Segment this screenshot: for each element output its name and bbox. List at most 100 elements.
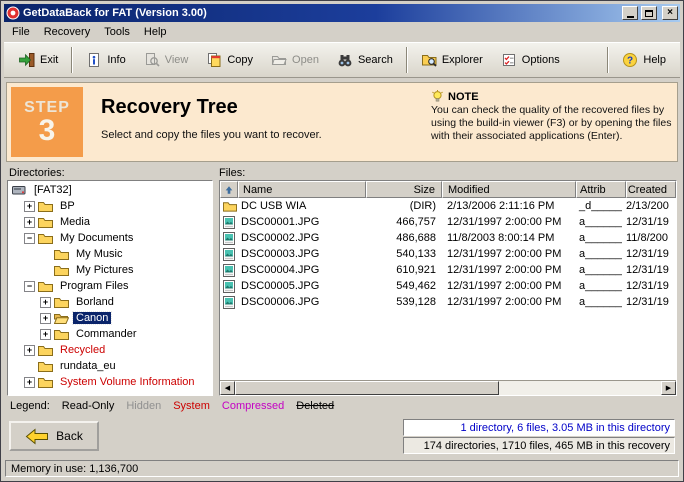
file-name: DSC00002.JPG bbox=[241, 232, 319, 244]
column-header-name[interactable]: Name bbox=[238, 181, 366, 198]
tree-expander-icon[interactable] bbox=[24, 281, 35, 292]
tree-item[interactable]: [FAT32] bbox=[8, 182, 212, 198]
file-icon bbox=[223, 200, 237, 213]
menu-item[interactable]: Help bbox=[137, 24, 174, 40]
tree-item[interactable]: rundata_eu bbox=[8, 358, 212, 374]
exit-button[interactable]: Exit bbox=[9, 46, 67, 74]
menu-bar: File Recovery Tools Help bbox=[4, 22, 680, 42]
back-button[interactable]: Back bbox=[9, 421, 99, 451]
tree-expander-icon[interactable] bbox=[24, 377, 35, 388]
tree-item-label: Media bbox=[57, 216, 93, 228]
toolbar-button-label: Options bbox=[522, 54, 560, 66]
explorer-button[interactable]: Explorer bbox=[412, 46, 492, 74]
file-row[interactable]: DSC00003.JPG 540,133 12/31/1997 2:00:00 … bbox=[220, 246, 676, 262]
column-header-attrib[interactable]: Attrib bbox=[576, 181, 626, 198]
tree-item[interactable]: Commander bbox=[8, 326, 212, 342]
close-button[interactable]: × bbox=[662, 6, 678, 20]
file-row[interactable]: DSC00005.JPG 549,462 12/31/1997 2:00:00 … bbox=[220, 278, 676, 294]
file-created: 12/31/19 bbox=[626, 264, 676, 276]
options-button[interactable]: Options bbox=[492, 46, 569, 74]
tree-item[interactable]: Canon bbox=[8, 310, 212, 326]
files-table-body: DC USB WIA (DIR) 2/13/2006 2:11:16 PM _d… bbox=[220, 198, 676, 380]
tree-expander-icon[interactable] bbox=[24, 233, 35, 244]
tree-expander-icon[interactable] bbox=[40, 297, 51, 308]
tree-expander-icon[interactable] bbox=[24, 217, 35, 228]
tree-item-label: System Volume Information bbox=[57, 376, 198, 388]
file-row[interactable]: DSC00004.JPG 610,921 12/31/1997 2:00:00 … bbox=[220, 262, 676, 278]
tree-item-icon bbox=[54, 328, 70, 341]
tree-item-label: My Music bbox=[73, 248, 125, 260]
minimize-button[interactable] bbox=[622, 6, 638, 20]
scroll-right-button[interactable]: ▶ bbox=[661, 381, 676, 395]
file-row[interactable]: DSC00002.JPG 486,688 11/8/2003 8:00:14 P… bbox=[220, 230, 676, 246]
file-attrib: a______ bbox=[576, 296, 626, 308]
file-name-cell: DSC00002.JPG bbox=[220, 232, 366, 245]
maximize-button[interactable] bbox=[641, 6, 657, 20]
file-row[interactable]: DC USB WIA (DIR) 2/13/2006 2:11:16 PM _d… bbox=[220, 198, 676, 214]
minimize-icon bbox=[627, 16, 634, 18]
file-attrib: a______ bbox=[576, 280, 626, 292]
toolbar-button-label: Copy bbox=[227, 54, 253, 66]
tree-expander-icon[interactable] bbox=[40, 313, 51, 324]
tree-item[interactable]: System Volume Information bbox=[8, 374, 212, 390]
tree-item[interactable]: Borland bbox=[8, 294, 212, 310]
folder-icon bbox=[223, 200, 237, 212]
lightbulb-icon bbox=[431, 90, 444, 103]
column-header-modified[interactable]: Modified bbox=[442, 181, 576, 198]
file-modified: 11/8/2003 8:00:14 PM bbox=[442, 232, 576, 244]
file-modified: 12/31/1997 2:00:00 PM bbox=[442, 280, 576, 292]
tree-item-icon bbox=[38, 280, 54, 293]
tree-item-icon bbox=[54, 248, 70, 261]
footer-row: Back 1 directory, 6 files, 3.05 MB in th… bbox=[4, 414, 680, 458]
search-button[interactable]: Search bbox=[328, 46, 402, 74]
file-row[interactable]: DSC00006.JPG 539,128 12/31/1997 2:00:00 … bbox=[220, 294, 676, 310]
column-header-size[interactable]: Size bbox=[366, 181, 442, 198]
explorer-icon bbox=[421, 52, 437, 68]
tree-item[interactable]: BP bbox=[8, 198, 212, 214]
help-button[interactable]: ? Help bbox=[613, 46, 675, 74]
tree-item-label: My Pictures bbox=[73, 264, 136, 276]
tree-item[interactable]: My Pictures bbox=[8, 262, 212, 278]
svg-text:?: ? bbox=[627, 56, 633, 67]
horizontal-scrollbar[interactable]: ◀ ▶ bbox=[220, 380, 676, 395]
legend-item: Deleted bbox=[296, 400, 334, 412]
info-button[interactable]: Info bbox=[77, 46, 134, 74]
file-icon bbox=[223, 232, 237, 245]
tree-item[interactable]: Recycled bbox=[8, 342, 212, 358]
open-button[interactable]: Open bbox=[262, 46, 328, 74]
menu-item[interactable]: Tools bbox=[97, 24, 137, 40]
view-button[interactable]: View bbox=[135, 46, 198, 74]
file-row[interactable]: DSC00001.JPG 466,757 12/31/1997 2:00:00 … bbox=[220, 214, 676, 230]
tree-expander-icon[interactable] bbox=[40, 329, 51, 340]
toolbar-button-label: View bbox=[165, 54, 189, 66]
tree-item[interactable]: Media bbox=[8, 214, 212, 230]
tree-expander-icon[interactable] bbox=[24, 345, 35, 356]
tree-expander-icon[interactable] bbox=[24, 201, 35, 212]
toolbar-button-label: Help bbox=[643, 54, 666, 66]
tree-item[interactable]: My Music bbox=[8, 246, 212, 262]
file-name-cell: DSC00001.JPG bbox=[220, 216, 366, 229]
copy-button[interactable]: Copy bbox=[197, 46, 262, 74]
file-created: 12/31/19 bbox=[626, 216, 676, 228]
toolbar-button-label: Explorer bbox=[442, 54, 483, 66]
scrollbar-track[interactable] bbox=[235, 381, 661, 395]
main-panes: [FAT32] BP bbox=[4, 179, 680, 398]
file-name-cell: DSC00006.JPG bbox=[220, 296, 366, 309]
app-icon bbox=[6, 6, 20, 20]
file-attrib: a______ bbox=[576, 248, 626, 260]
tree-item-icon bbox=[38, 344, 54, 357]
legend-item: System bbox=[173, 400, 210, 412]
maximize-icon bbox=[645, 10, 653, 17]
tree-item[interactable]: My Documents bbox=[8, 230, 212, 246]
file-created: 12/31/19 bbox=[626, 296, 676, 308]
sort-ascending-icon[interactable] bbox=[220, 181, 238, 198]
scroll-left-button[interactable]: ◀ bbox=[220, 381, 235, 395]
column-header-created[interactable]: Created bbox=[626, 181, 676, 198]
scrollbar-thumb[interactable] bbox=[235, 381, 499, 395]
menu-item[interactable]: File bbox=[5, 24, 37, 40]
toolbar-button-label: Info bbox=[107, 54, 125, 66]
tree-item-icon bbox=[38, 216, 54, 229]
menu-item[interactable]: Recovery bbox=[37, 24, 97, 40]
file-size: 549,462 bbox=[366, 280, 442, 292]
tree-item[interactable]: Program Files bbox=[8, 278, 212, 294]
